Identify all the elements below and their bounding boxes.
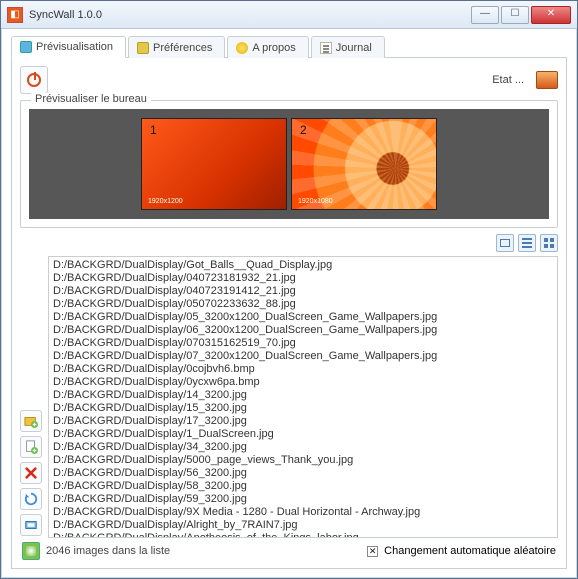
- refresh-button[interactable]: [20, 488, 42, 510]
- monitor-2[interactable]: 2 1920x1080: [291, 118, 437, 210]
- list-item[interactable]: D:/BACKGRD/DualDisplay/15_3200.jpg: [53, 402, 553, 415]
- image-icon: [20, 41, 32, 53]
- shuffle-label: Changement automatique aléatoire: [384, 545, 556, 557]
- list-item[interactable]: D:/BACKGRD/DualDisplay/17_3200.jpg: [53, 415, 553, 428]
- tab-about[interactable]: A propos: [227, 36, 308, 58]
- list-item[interactable]: D:/BACKGRD/DualDisplay/59_3200.jpg: [53, 493, 553, 506]
- list-item[interactable]: D:/BACKGRD/DualDisplay/0ycxw6pa.bmp: [53, 376, 553, 389]
- view-list-button[interactable]: [518, 234, 536, 252]
- minimize-button[interactable]: —: [471, 6, 499, 24]
- main-panel: Etat ... Prévisualiser le bureau 1 1920x…: [11, 58, 567, 569]
- list-item[interactable]: D:/BACKGRD/DualDisplay/040723191412_21.j…: [53, 285, 553, 298]
- tab-preferences[interactable]: Préférences: [128, 36, 225, 58]
- list-item[interactable]: D:/BACKGRD/DualDisplay/06_3200x1200_Dual…: [53, 324, 553, 337]
- list-toolbar: [20, 256, 44, 538]
- list-item[interactable]: D:/BACKGRD/DualDisplay/07_3200x1200_Dual…: [53, 350, 553, 363]
- list-item[interactable]: D:/BACKGRD/DualDisplay/34_3200.jpg: [53, 441, 553, 454]
- window-title: SyncWall 1.0.0: [29, 9, 471, 21]
- about-icon: [236, 42, 248, 54]
- apply-button[interactable]: [20, 514, 42, 536]
- list-item[interactable]: D:/BACKGRD/DualDisplay/58_3200.jpg: [53, 480, 553, 493]
- view-details-button[interactable]: [496, 234, 514, 252]
- list-item[interactable]: D:/BACKGRD/DualDisplay/1_DualScreen.jpg: [53, 428, 553, 441]
- list-item[interactable]: D:/BACKGRD/DualDisplay/Got_Balls__Quad_D…: [53, 259, 553, 272]
- app-icon: ◧: [7, 7, 23, 23]
- add-folder-button[interactable]: [20, 410, 42, 432]
- tab-bar: Prévisualisation Préférences A propos Jo…: [11, 35, 567, 58]
- remove-button[interactable]: [20, 462, 42, 484]
- view-grid-button[interactable]: [540, 234, 558, 252]
- list-item[interactable]: D:/BACKGRD/DualDisplay/05_3200x1200_Dual…: [53, 311, 553, 324]
- list-item[interactable]: D:/BACKGRD/DualDisplay/050702233632_88.j…: [53, 298, 553, 311]
- state-icon[interactable]: [536, 71, 558, 89]
- status-icon: [22, 542, 40, 560]
- list-item[interactable]: D:/BACKGRD/DualDisplay/5000_page_views_T…: [53, 454, 553, 467]
- list-item[interactable]: D:/BACKGRD/DualDisplay/040723181932_21.j…: [53, 272, 553, 285]
- preview-group: Prévisualiser le bureau 1 1920x1200 2 19…: [20, 100, 558, 228]
- list-item[interactable]: D:/BACKGRD/DualDisplay/14_3200.jpg: [53, 389, 553, 402]
- app-window: ◧ SyncWall 1.0.0 — ☐ ✕ Prévisualisation …: [0, 0, 578, 579]
- preview-strip: 1 1920x1200 2 1920x1080: [29, 109, 549, 219]
- preview-legend: Prévisualiser le bureau: [31, 93, 151, 105]
- maximize-button[interactable]: ☐: [501, 6, 529, 24]
- file-list[interactable]: D:/BACKGRD/DualDisplay/Got_Balls__Quad_D…: [48, 256, 558, 538]
- state-label: Etat ...: [492, 74, 524, 86]
- titlebar[interactable]: ◧ SyncWall 1.0.0 — ☐ ✕: [1, 1, 577, 29]
- tab-preview[interactable]: Prévisualisation: [11, 36, 126, 58]
- preferences-icon: [137, 42, 149, 54]
- power-icon: [27, 73, 41, 87]
- add-file-button[interactable]: [20, 436, 42, 458]
- list-item[interactable]: D:/BACKGRD/DualDisplay/070315162519_70.j…: [53, 337, 553, 350]
- list-item[interactable]: D:/BACKGRD/DualDisplay/56_3200.jpg: [53, 467, 553, 480]
- close-button[interactable]: ✕: [531, 6, 571, 24]
- list-item[interactable]: D:/BACKGRD/DualDisplay/9X Media - 1280 -…: [53, 506, 553, 519]
- monitor-1[interactable]: 1 1920x1200: [141, 118, 287, 210]
- list-item[interactable]: D:/BACKGRD/DualDisplay/Alright_by_7RAIN7…: [53, 519, 553, 532]
- tab-journal[interactable]: Journal: [311, 36, 385, 58]
- journal-icon: [320, 42, 332, 54]
- status-count: 2046 images dans la liste: [46, 545, 170, 557]
- list-item[interactable]: D:/BACKGRD/DualDisplay/0cojbvh6.bmp: [53, 363, 553, 376]
- list-item[interactable]: D:/BACKGRD/DualDisplay/Apotheosis_of_the…: [53, 532, 553, 538]
- power-button[interactable]: [20, 66, 48, 94]
- shuffle-checkbox[interactable]: ✕: [367, 546, 378, 557]
